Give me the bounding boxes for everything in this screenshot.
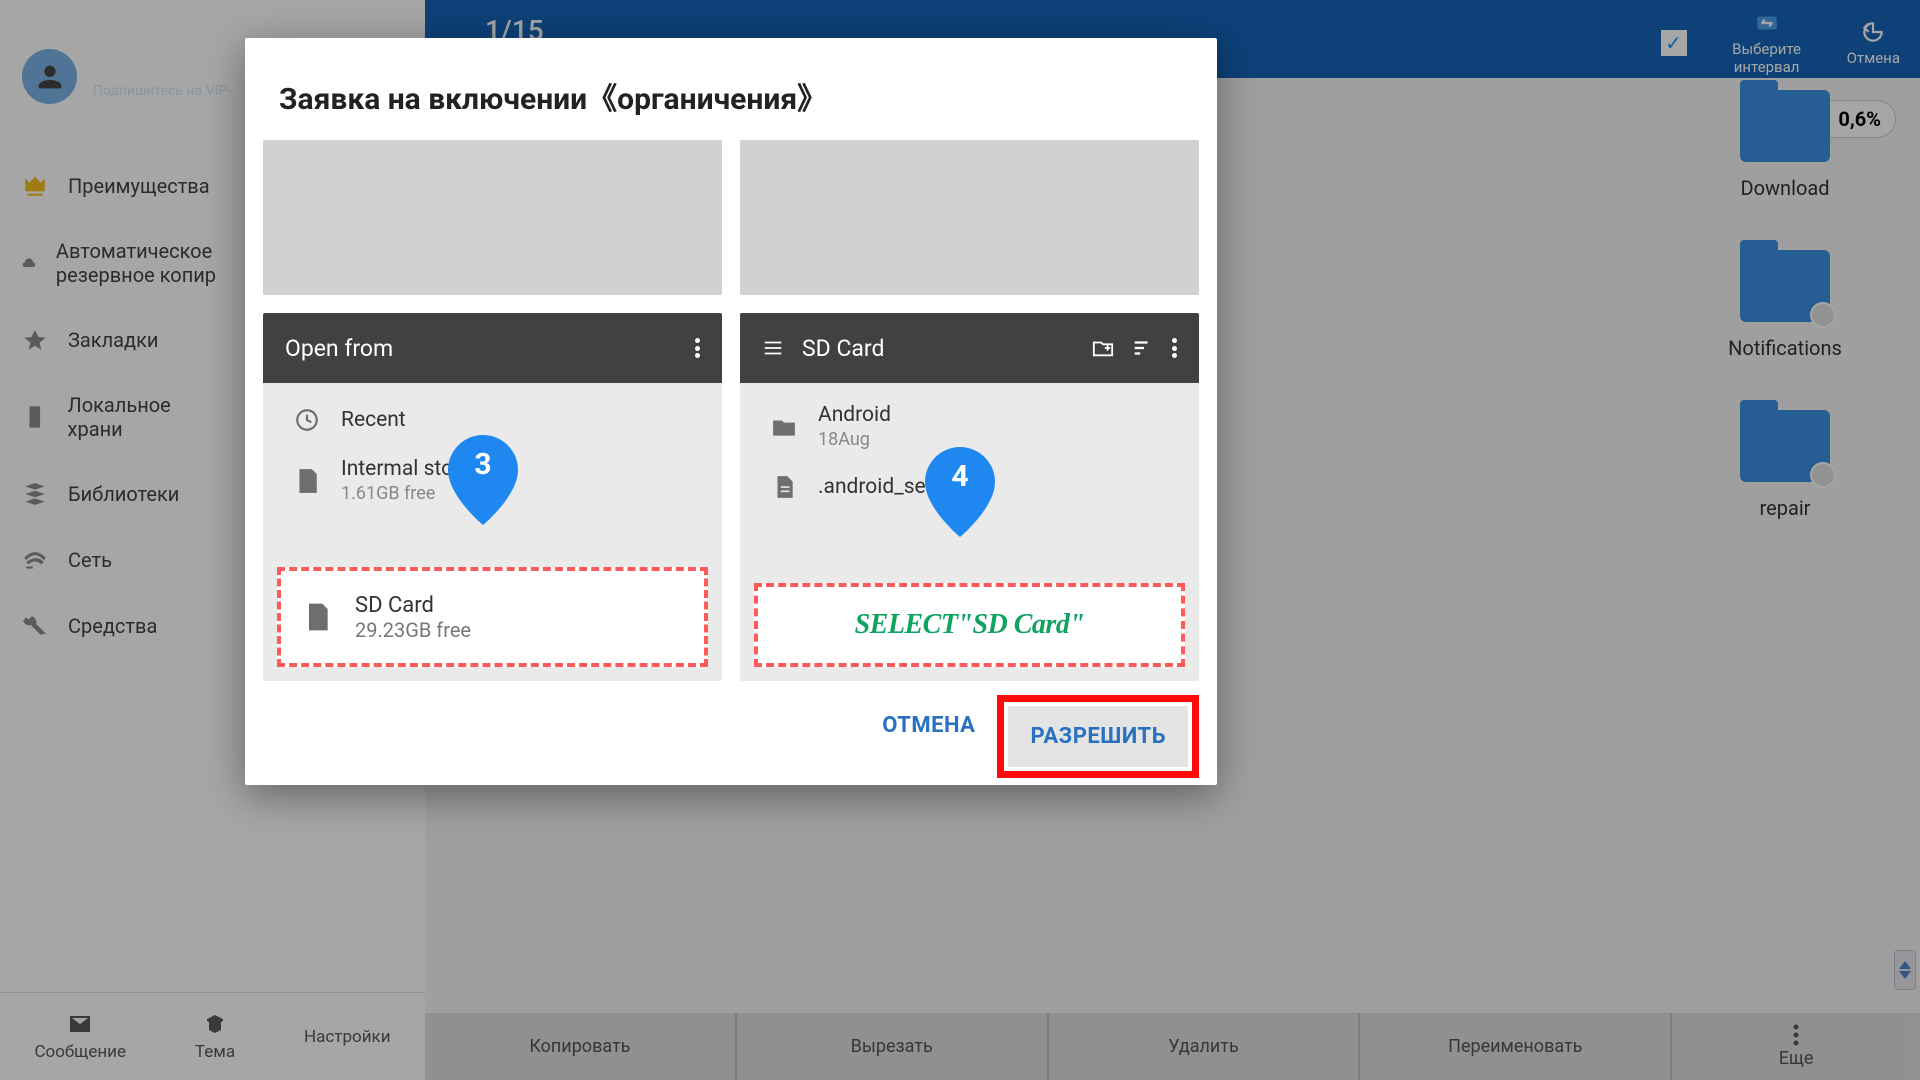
card3-header: Open from (263, 313, 722, 383)
allow-button-emphasis-frame: РАЗРЕШИТЬ (997, 695, 1199, 778)
tutorial-card-2 (740, 140, 1199, 295)
tutorial-card-3: Open from Recent Intermal stora1.61GB fr… (263, 313, 722, 681)
more-icon (695, 338, 700, 358)
card4-select-highlighted: SELECT"SD Card" (754, 583, 1185, 667)
dialog-cancel-button[interactable]: ОТМЕНА (860, 695, 997, 778)
dialog-footer: ОТМЕНА РАЗРЕШИТЬ (245, 681, 1217, 796)
sd-icon (301, 601, 333, 633)
hamburger-icon (762, 337, 784, 359)
tutorial-card-4: SD Card Android18Aug .android_se SELECT"… (740, 313, 1199, 681)
tutorial-card-1 (263, 140, 722, 295)
permission-dialog: Заявка на включении《органичения》 Open fr… (245, 38, 1217, 785)
clock-icon (293, 407, 321, 433)
more-icon (1172, 338, 1177, 358)
new-folder-icon (1092, 337, 1114, 359)
sort-icon (1132, 337, 1154, 359)
card3-sdcard-highlighted: SD Card29.23GB free (277, 567, 708, 667)
dialog-title: Заявка на включении《органичения》 (245, 38, 1217, 140)
step-marker-3: 3 (448, 435, 518, 525)
step-marker-4: 4 (925, 447, 995, 537)
file-icon (770, 474, 798, 500)
folder-icon (770, 414, 798, 440)
dialog-body: Open from Recent Intermal stora1.61GB fr… (245, 140, 1217, 681)
sd-icon (293, 468, 321, 494)
card4-header: SD Card (740, 313, 1199, 383)
dialog-allow-button[interactable]: РАЗРЕШИТЬ (1008, 706, 1188, 767)
